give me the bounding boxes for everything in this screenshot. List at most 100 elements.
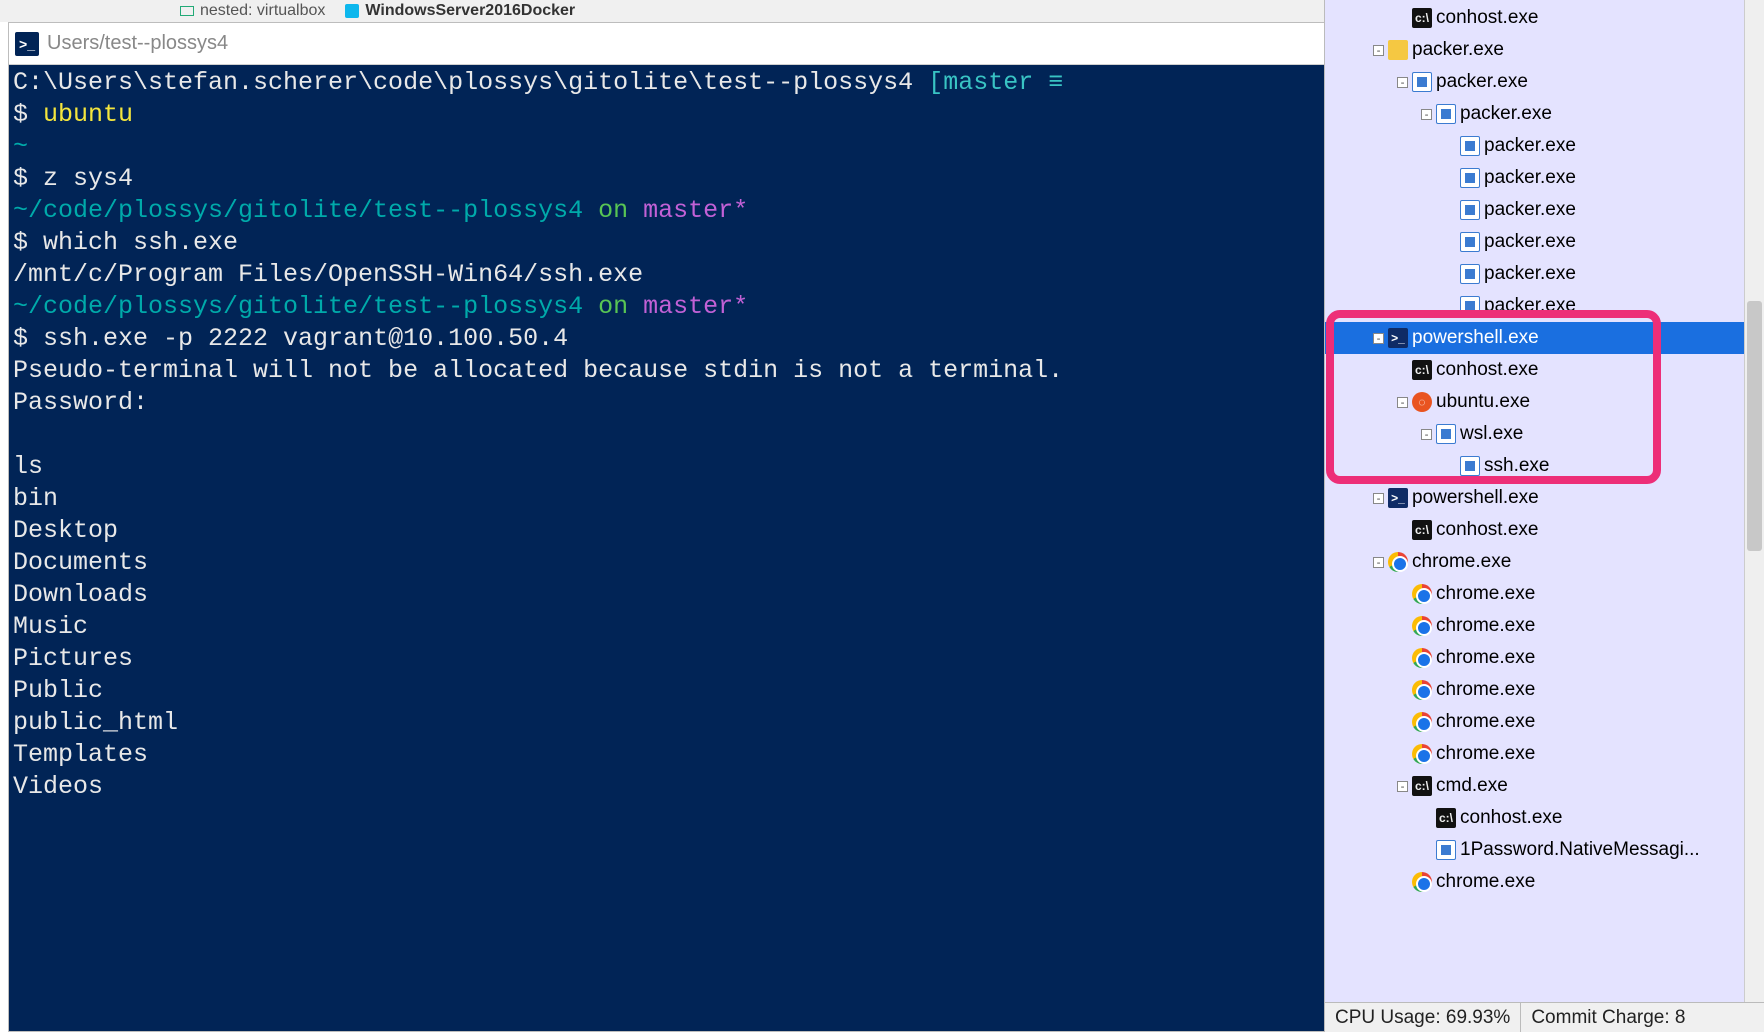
- process-row-packer-exe[interactable]: - packer.exe: [1325, 34, 1764, 66]
- process-label: chrome.exe: [1436, 679, 1535, 701]
- process-row-chrome-exe[interactable]: chrome.exe: [1325, 674, 1764, 706]
- con-icon: c:\: [1412, 520, 1432, 540]
- con-icon: c:\: [1412, 360, 1432, 380]
- process-row-chrome-exe[interactable]: -chrome.exe: [1325, 546, 1764, 578]
- process-label: cmd.exe: [1436, 775, 1508, 797]
- process-row-packer-exe[interactable]: packer.exe: [1325, 226, 1764, 258]
- window-titlebar[interactable]: >_ Users/test--plossys4: [9, 23, 1327, 65]
- process-row-packer-exe[interactable]: packer.exe: [1325, 290, 1764, 322]
- process-row-packer-exe[interactable]: -packer.exe: [1325, 66, 1764, 98]
- ps-icon: >_: [1388, 328, 1408, 348]
- output-line: Password:: [13, 388, 148, 417]
- process-label: packer.exe: [1484, 135, 1576, 157]
- gen-icon: [1436, 424, 1456, 444]
- process-row-conhost-exe[interactable]: c:\conhost.exe: [1325, 354, 1764, 386]
- process-label: packer.exe: [1484, 199, 1576, 221]
- process-row-conhost-exe[interactable]: c:\conhost.exe: [1325, 514, 1764, 546]
- commit-charge-cell: Commit Charge: 8: [1521, 1003, 1695, 1032]
- process-row-ssh-exe[interactable]: ssh.exe: [1325, 450, 1764, 482]
- process-label: chrome.exe: [1436, 583, 1535, 605]
- process-row-chrome-exe[interactable]: chrome.exe: [1325, 642, 1764, 674]
- on-word: on: [583, 292, 643, 321]
- tab-nested-virtualbox[interactable]: nested: virtualbox: [180, 2, 325, 20]
- gen-icon: [1436, 840, 1456, 860]
- process-row-chrome-exe[interactable]: chrome.exe: [1325, 738, 1764, 770]
- process-explorer-panel: c:\conhost.exe-packer.exe-packer.exe-pac…: [1324, 0, 1764, 1032]
- tree-toggle-icon[interactable]: -: [1373, 557, 1384, 568]
- process-row-powershell-exe[interactable]: ->_powershell.exe: [1325, 482, 1764, 514]
- cwd: ~/code/plossys/gitolite/test--plossys4: [13, 292, 583, 321]
- on-word: on: [583, 196, 643, 225]
- process-row-conhost-exe[interactable]: c:\conhost.exe: [1325, 802, 1764, 834]
- statusbar: CPU Usage: 69.93% Commit Charge: 8: [1325, 1002, 1764, 1032]
- process-row-wsl-exe[interactable]: - wsl.exe: [1325, 418, 1764, 450]
- process-label: ssh.exe: [1484, 455, 1549, 477]
- process-label: wsl.exe: [1460, 423, 1523, 445]
- output-line: Desktop: [13, 516, 118, 545]
- process-label: 1Password.NativeMessagi...: [1460, 839, 1700, 861]
- tab-windows-server-docker[interactable]: WindowsServer2016Docker: [345, 2, 575, 20]
- tree-toggle-icon[interactable]: -: [1373, 333, 1384, 344]
- gen-icon: [1460, 232, 1480, 252]
- tab-label: WindowsServer2016Docker: [365, 2, 575, 20]
- output-line: public_html: [13, 708, 178, 737]
- command-z: z sys4: [43, 164, 133, 193]
- output-line: Public: [13, 676, 103, 705]
- chrome-icon: [1412, 584, 1432, 604]
- scrollbar-thumb[interactable]: [1747, 301, 1762, 552]
- gen-icon: [1460, 136, 1480, 156]
- vertical-scrollbar[interactable]: [1744, 0, 1764, 1002]
- process-label: powershell.exe: [1412, 487, 1539, 509]
- chrome-icon: [1412, 680, 1432, 700]
- tree-toggle-icon[interactable]: -: [1373, 493, 1384, 504]
- process-row-chrome-exe[interactable]: chrome.exe: [1325, 866, 1764, 898]
- process-row-packer-exe[interactable]: packer.exe: [1325, 162, 1764, 194]
- process-label: chrome.exe: [1436, 647, 1535, 669]
- branch-status-symbol: ≡: [1033, 68, 1063, 97]
- chrome-icon: [1412, 872, 1432, 892]
- process-row-packer-exe[interactable]: packer.exe: [1325, 130, 1764, 162]
- process-label: packer.exe: [1412, 39, 1504, 61]
- tree-toggle-icon[interactable]: -: [1421, 109, 1432, 120]
- tree-toggle-icon[interactable]: -: [1373, 45, 1384, 56]
- process-row-chrome-exe[interactable]: chrome.exe: [1325, 706, 1764, 738]
- prompt-dollar: $: [13, 228, 43, 257]
- process-label: packer.exe: [1484, 167, 1576, 189]
- process-row-packer-exe[interactable]: packer.exe: [1325, 258, 1764, 290]
- process-row-packer-exe[interactable]: packer.exe: [1325, 194, 1764, 226]
- process-tree[interactable]: c:\conhost.exe-packer.exe-packer.exe-pac…: [1325, 0, 1764, 1002]
- tilde: ~: [13, 132, 28, 161]
- con-icon: c:\: [1412, 776, 1432, 796]
- process-label: chrome.exe: [1436, 871, 1535, 893]
- cwd-path: C:\Users\stefan.scherer\code\plossys\git…: [13, 68, 913, 97]
- process-row-ubuntu-exe[interactable]: -◌ubuntu.exe: [1325, 386, 1764, 418]
- cwd: ~/code/plossys/gitolite/test--plossys4: [13, 196, 583, 225]
- process-row-packer-exe[interactable]: -packer.exe: [1325, 98, 1764, 130]
- process-row-1password-nativemessagi-[interactable]: 1Password.NativeMessagi...: [1325, 834, 1764, 866]
- process-row-conhost-exe[interactable]: c:\conhost.exe: [1325, 2, 1764, 34]
- branch-bracket: [: [928, 68, 943, 97]
- process-label: ubuntu.exe: [1436, 391, 1530, 413]
- terminal-body[interactable]: C:\Users\stefan.scherer\code\plossys\git…: [9, 65, 1327, 1031]
- process-row-chrome-exe[interactable]: chrome.exe: [1325, 578, 1764, 610]
- process-row-powershell-exe[interactable]: ->_powershell.exe: [1325, 322, 1764, 354]
- chrome-icon: [1412, 616, 1432, 636]
- gen-icon: [1460, 264, 1480, 284]
- tree-toggle-icon[interactable]: -: [1421, 429, 1432, 440]
- con-icon: c:\: [1436, 808, 1456, 828]
- output-line: Music: [13, 612, 88, 641]
- process-row-chrome-exe[interactable]: chrome.exe: [1325, 610, 1764, 642]
- process-label: conhost.exe: [1436, 359, 1538, 381]
- command-ssh: ssh.exe -p 2222 vagrant@10.100.50.4: [43, 324, 568, 353]
- tree-toggle-icon[interactable]: -: [1397, 77, 1408, 88]
- output-line: ls: [13, 452, 43, 481]
- process-label: conhost.exe: [1436, 519, 1538, 541]
- output-line: bin: [13, 484, 58, 513]
- ps-icon: >_: [1388, 488, 1408, 508]
- process-row-cmd-exe[interactable]: -c:\cmd.exe: [1325, 770, 1764, 802]
- cpu-usage-cell: CPU Usage: 69.93%: [1325, 1003, 1521, 1032]
- tree-toggle-icon[interactable]: -: [1397, 781, 1408, 792]
- chrome-icon: [1388, 552, 1408, 572]
- tree-toggle-icon[interactable]: -: [1397, 397, 1408, 408]
- tab-label: nested: virtualbox: [200, 2, 325, 20]
